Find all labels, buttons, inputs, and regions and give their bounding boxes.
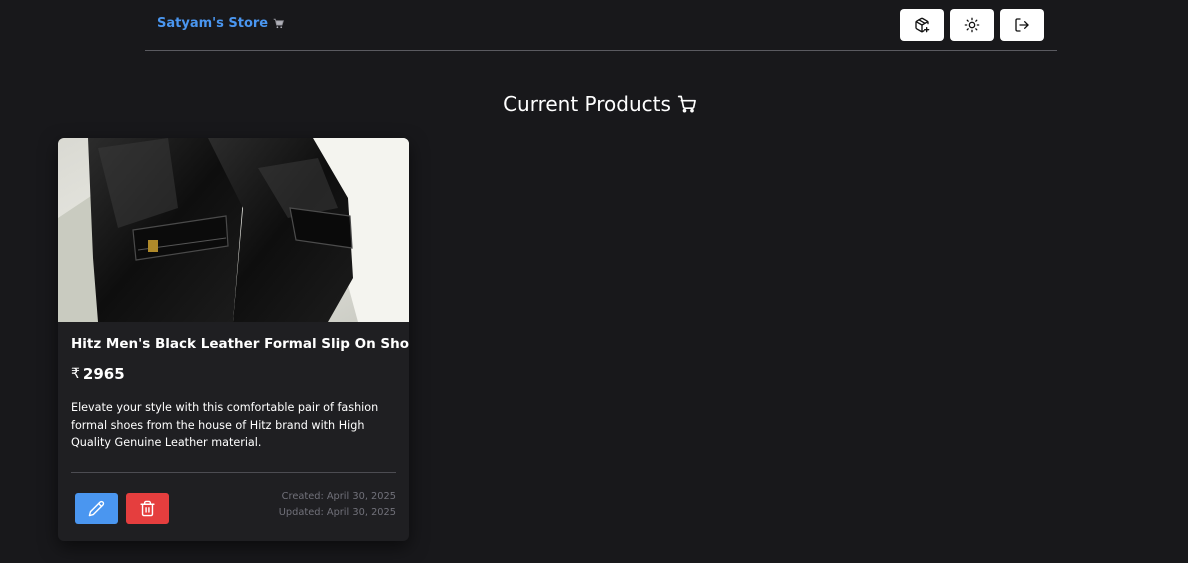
page-title-text: Current Products [503,92,671,116]
currency-symbol: ₹ [71,366,80,382]
header: Satyam's Store [145,0,1057,51]
theme-toggle-button[interactable] [950,9,994,41]
add-product-button[interactable] [900,9,944,41]
card-divider [71,472,396,473]
pencil-icon [88,500,105,517]
updated-date: Updated: April 30, 2025 [278,507,396,518]
edit-button[interactable] [75,493,118,524]
created-date: Created: April 30, 2025 [281,491,396,502]
trash-icon [140,500,155,517]
price-value: 2965 [82,365,125,383]
brand[interactable]: Satyam's Store [157,16,285,31]
product-description: Elevate your style with this comfortable… [71,401,379,449]
package-plus-icon [915,17,930,33]
product-details: Hitz Men's Black Leather Formal Slip On … [71,336,409,452]
shopping-cart-icon [677,95,696,113]
logout-button[interactable] [1000,9,1044,41]
brand-name: Satyam's Store [157,16,269,31]
product-dates: Created: April 30, 2025 Updated: April 3… [279,489,396,521]
sun-icon [964,17,980,33]
shopping-cart-icon [273,18,285,29]
product-image [58,138,409,322]
logout-icon [1015,18,1029,32]
product-card: Hitz Men's Black Leather Formal Slip On … [58,138,409,541]
page-title: Current Products [0,92,1188,116]
delete-button[interactable] [126,493,169,524]
page: Satyam's Store Current Products Hitz Men… [0,0,1188,563]
product-name: Hitz Men's Black Leather Formal Slip On … [71,336,409,352]
product-price: ₹ 2965 [71,365,396,383]
